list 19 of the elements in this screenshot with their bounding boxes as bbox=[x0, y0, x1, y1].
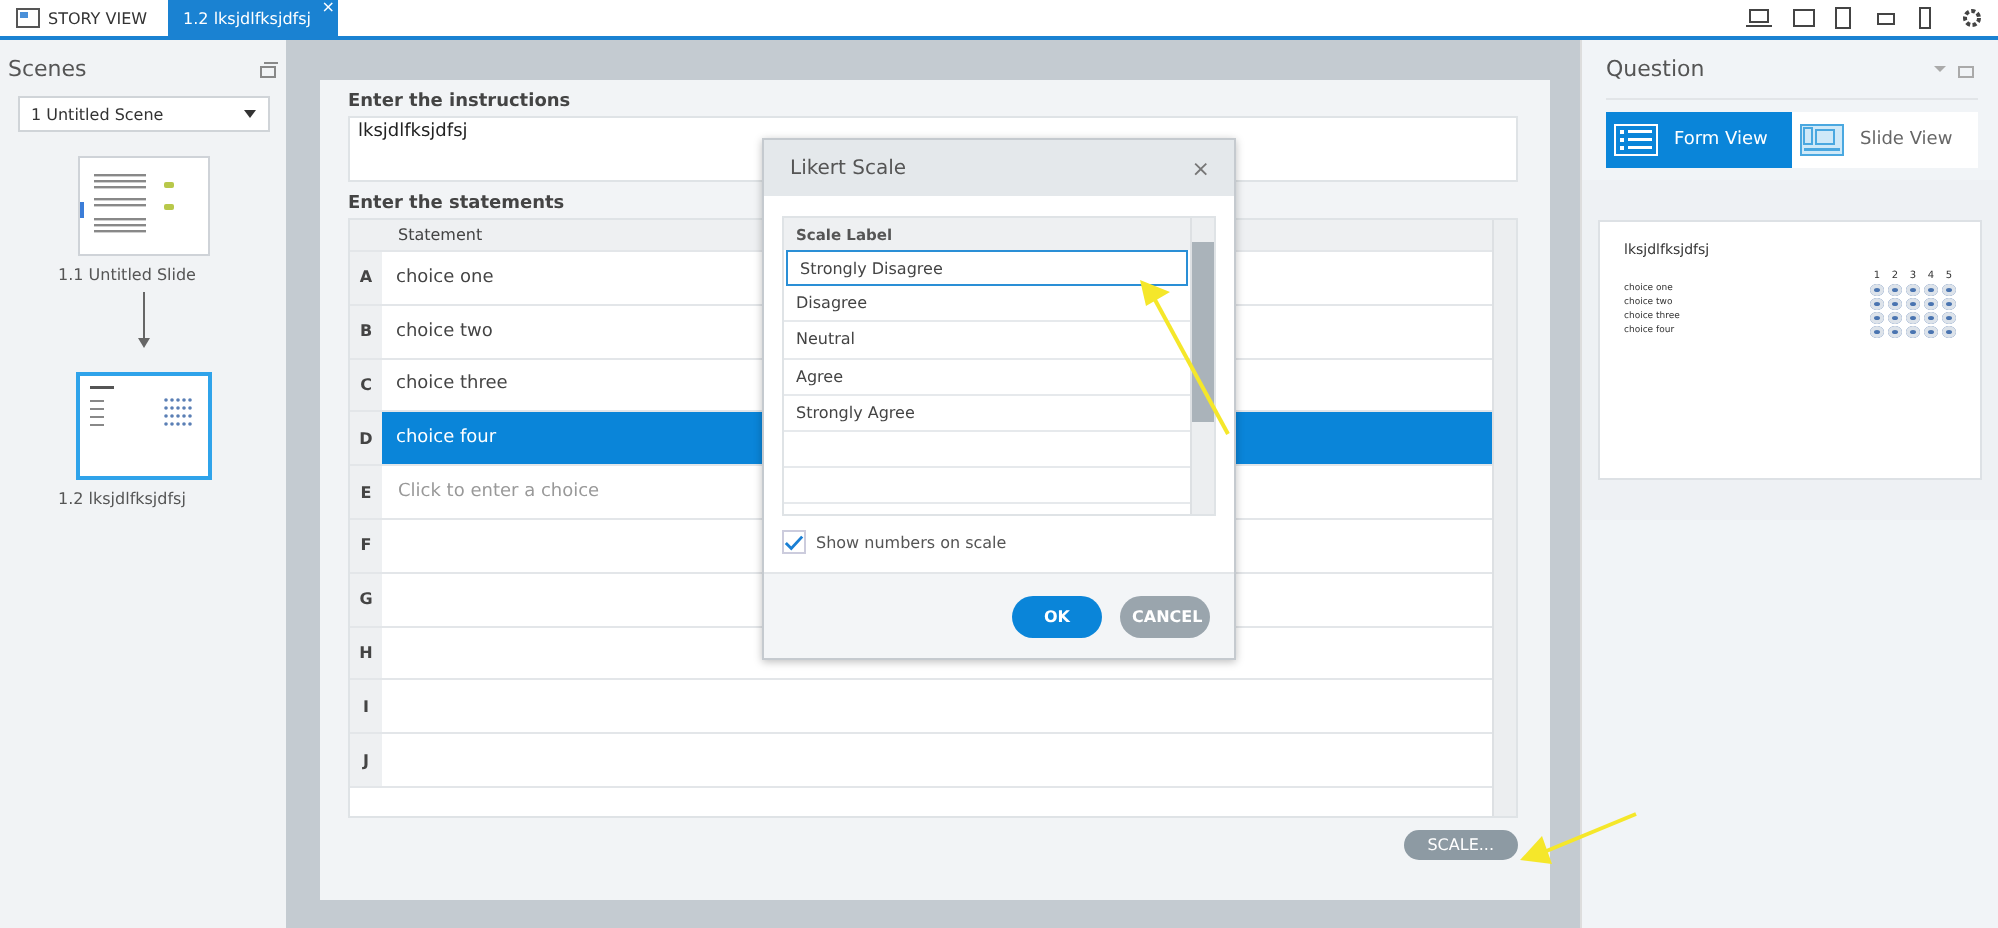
row-letter: B bbox=[350, 305, 382, 358]
row-letter: E bbox=[350, 466, 382, 518]
dialog-title: Likert Scale bbox=[790, 157, 907, 179]
row-letter: G bbox=[350, 573, 382, 626]
row-letter: J bbox=[350, 734, 382, 786]
panel-title: Scenes bbox=[8, 56, 87, 82]
row-letter: D bbox=[350, 412, 382, 465]
slide-label: 1.2 lksjdlfksjdfsj bbox=[58, 490, 186, 508]
statements-label: Enter the statements bbox=[348, 194, 567, 214]
row-letter: C bbox=[350, 359, 382, 411]
panel-title: Question bbox=[1606, 56, 1705, 82]
row-letter: F bbox=[350, 519, 382, 572]
row-letter: A bbox=[350, 252, 382, 304]
column-header: Statement bbox=[396, 224, 483, 248]
row-letter: I bbox=[350, 680, 382, 733]
row-letter: H bbox=[350, 627, 382, 679]
checkbox-label: Show numbers on scale bbox=[816, 533, 1007, 551]
slide-label: 1.1 Untitled Slide bbox=[58, 266, 196, 284]
instructions-label: Enter the instructions bbox=[348, 92, 573, 112]
